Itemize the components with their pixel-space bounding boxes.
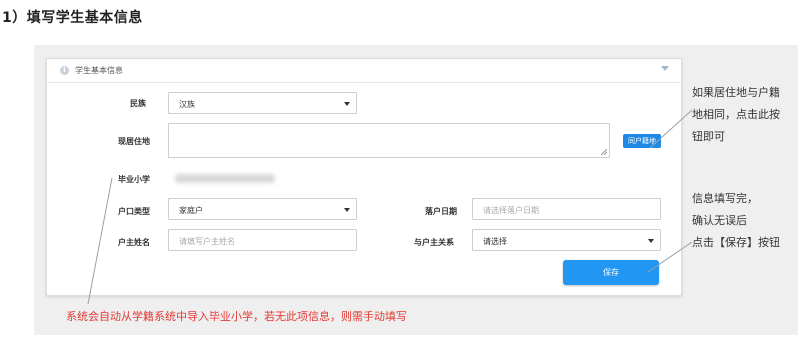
note-save-hint: 信息填写完， 确认无误后 点击【保存】按钮 <box>692 188 780 254</box>
leader-line-same-address <box>649 109 693 149</box>
note-line: 如果居住地与户籍 <box>692 86 780 99</box>
leader-line-import <box>87 177 113 305</box>
leader-line-save <box>647 241 693 273</box>
note-line: 信息填写完， <box>692 192 758 205</box>
note-line: 点击【保存】按钮 <box>692 236 780 249</box>
annotation-leader-lines <box>87 109 693 305</box>
note-same-address: 如果居住地与户籍 地相同，点击此按 钮即可 <box>692 82 780 148</box>
note-line: 地相同，点击此按 <box>692 108 780 121</box>
note-import-hint: 系统会自动从学籍系统中导入毕业小学，若无此项信息，则需手动填写 <box>66 310 407 323</box>
note-line: 钮即可 <box>692 130 725 143</box>
note-line: 确认无误后 <box>692 214 747 227</box>
